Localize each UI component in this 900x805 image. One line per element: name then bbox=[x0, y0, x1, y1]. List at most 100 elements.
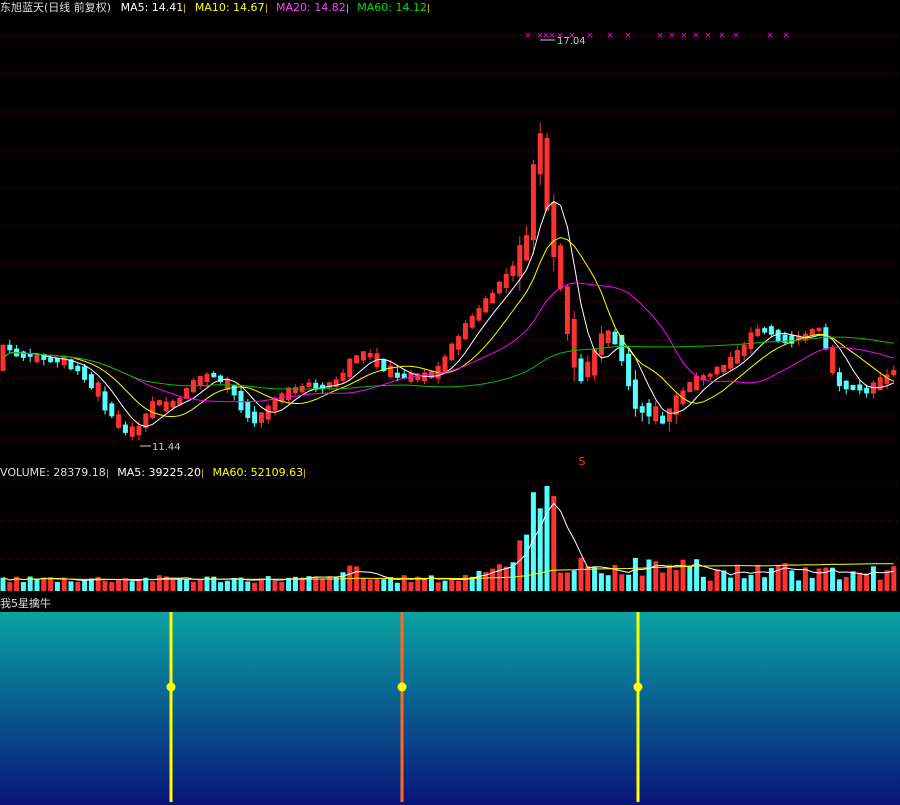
volume-bar bbox=[401, 575, 407, 591]
candle-body bbox=[830, 348, 836, 374]
volume-bar bbox=[109, 582, 115, 591]
volume-bar bbox=[102, 580, 108, 591]
volume-bar bbox=[258, 578, 264, 591]
volume-bar bbox=[843, 577, 849, 591]
volume-bar bbox=[782, 563, 788, 591]
candle-body bbox=[367, 353, 373, 358]
candle-body bbox=[204, 373, 210, 382]
volume-bar bbox=[82, 579, 88, 591]
volume-bar bbox=[320, 578, 326, 591]
volume-bar bbox=[449, 578, 455, 591]
signal-x-marker: × bbox=[606, 31, 614, 41]
indicator-signal-dot bbox=[397, 682, 407, 692]
indicator-background bbox=[0, 612, 900, 805]
candle-body bbox=[442, 356, 448, 372]
candle-body bbox=[150, 401, 156, 418]
candle-body bbox=[626, 353, 632, 387]
volume-bar bbox=[877, 579, 883, 591]
sell-signal-mark: S bbox=[579, 455, 586, 465]
volume-legend: VOLUME: 28379.18 MA5: 39225.20 MA60: 521… bbox=[0, 465, 311, 481]
candle-body bbox=[857, 384, 863, 391]
volume-bar bbox=[884, 570, 890, 591]
candle-body bbox=[211, 372, 217, 378]
candle-body bbox=[449, 343, 455, 361]
candle-body bbox=[456, 336, 462, 350]
volume-bar bbox=[408, 582, 414, 591]
stock-name: 东旭蓝天(日线 前复权) bbox=[0, 1, 112, 14]
volume-bar bbox=[190, 581, 196, 591]
volume-bar bbox=[456, 580, 462, 591]
candle-body bbox=[75, 365, 81, 372]
candle-body bbox=[891, 370, 897, 376]
candle-body bbox=[116, 414, 122, 428]
price-chart[interactable]: × ××× × × × × × × × × × × × × × ×17.0411.44S bbox=[0, 16, 900, 465]
candle-body bbox=[469, 315, 475, 328]
indicator-signal-dot bbox=[166, 682, 176, 692]
candle-body bbox=[721, 364, 727, 373]
volume-bar bbox=[177, 578, 183, 591]
volume-bar bbox=[422, 579, 428, 591]
candle-body bbox=[551, 202, 557, 258]
candle-body bbox=[258, 412, 264, 423]
volume-bar bbox=[585, 566, 591, 591]
indicator-title: 我5星擒牛 bbox=[0, 597, 51, 610]
candle-body bbox=[340, 372, 346, 381]
candle-body bbox=[748, 332, 754, 349]
candle-body bbox=[734, 350, 740, 364]
volume-bar bbox=[129, 581, 135, 591]
volume-bar bbox=[687, 565, 693, 591]
candle-body bbox=[564, 286, 570, 335]
candle-body bbox=[34, 353, 40, 362]
volume-bar bbox=[564, 572, 570, 591]
volume-bar bbox=[54, 581, 60, 591]
candle-body bbox=[578, 358, 584, 382]
volume-ma5-value: MA5: 39225.20 bbox=[117, 466, 201, 479]
volume-bar bbox=[184, 579, 190, 591]
candle-body bbox=[265, 405, 271, 420]
candle-body bbox=[598, 333, 604, 356]
candle-body bbox=[728, 357, 734, 369]
volume-bar bbox=[707, 580, 713, 591]
volume-bar bbox=[755, 565, 761, 591]
volume-bar bbox=[524, 534, 530, 591]
candle-body bbox=[775, 329, 781, 341]
volume-bar bbox=[700, 576, 706, 591]
volume-bar bbox=[864, 573, 870, 591]
volume-bar bbox=[544, 486, 550, 591]
candle-body bbox=[238, 390, 244, 411]
candle-body bbox=[558, 245, 564, 289]
signal-x-marker: × bbox=[782, 31, 790, 41]
volume-bar bbox=[836, 579, 842, 591]
candle-body bbox=[694, 375, 700, 391]
volume-bar bbox=[245, 581, 251, 591]
candle-body bbox=[768, 326, 774, 335]
signal-x-marker: × bbox=[680, 31, 688, 41]
candle-body bbox=[571, 318, 577, 368]
candle-body bbox=[666, 408, 672, 422]
volume-bar bbox=[796, 580, 802, 591]
signal-x-marker: × bbox=[586, 31, 594, 41]
candle-body bbox=[129, 426, 135, 437]
candle-body bbox=[537, 133, 543, 175]
candle-body bbox=[354, 355, 360, 364]
candle-body bbox=[877, 377, 883, 391]
volume-value: VOLUME: 28379.18 bbox=[0, 466, 106, 479]
indicator-legend: 我5星擒牛 bbox=[0, 596, 57, 612]
candle-body bbox=[632, 379, 638, 409]
volume-bar bbox=[61, 577, 67, 591]
candle-body bbox=[95, 382, 101, 397]
candle-body bbox=[252, 411, 258, 424]
volume-chart[interactable] bbox=[0, 481, 900, 596]
indicator-chart[interactable] bbox=[0, 612, 900, 805]
volume-bar bbox=[592, 567, 598, 591]
volume-bar bbox=[279, 581, 285, 591]
volume-bar bbox=[150, 581, 156, 591]
volume-bar bbox=[551, 496, 557, 591]
volume-bar bbox=[632, 557, 638, 591]
volume-bar bbox=[680, 559, 686, 591]
candle-body bbox=[605, 330, 611, 344]
volume-bar bbox=[639, 575, 645, 591]
signal-x-marker: × bbox=[704, 31, 712, 41]
volume-bar bbox=[197, 578, 203, 591]
volume-bar bbox=[442, 580, 448, 591]
